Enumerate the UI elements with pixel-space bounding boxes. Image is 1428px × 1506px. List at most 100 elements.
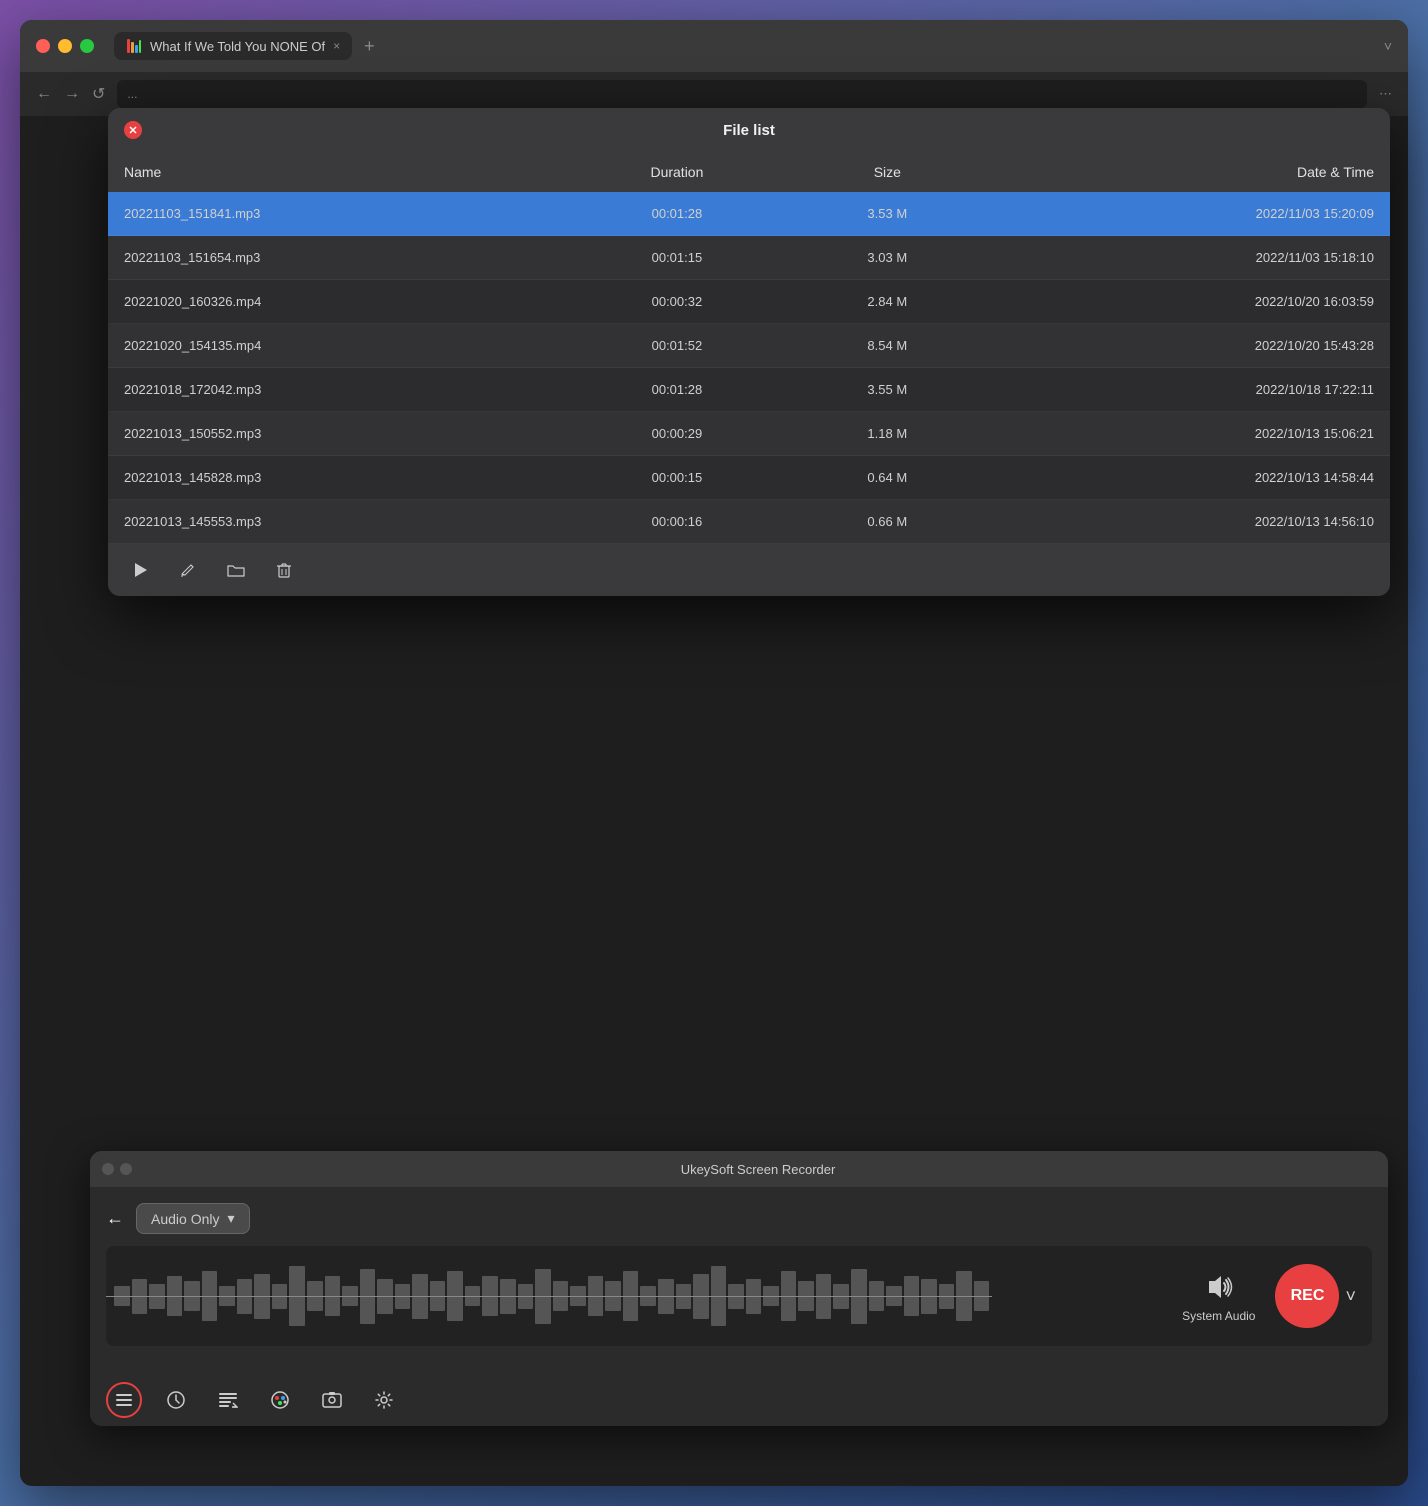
tl-yellow[interactable]	[58, 39, 72, 53]
delete-button[interactable]	[268, 554, 300, 586]
palette-icon	[270, 1390, 290, 1410]
tl-red[interactable]	[36, 39, 50, 53]
file-list-table: Name Duration Size Date & Time 20221103_…	[108, 152, 1390, 544]
cell-size: 3.53 M	[791, 192, 984, 236]
tl-green[interactable]	[80, 39, 94, 53]
rtl-1[interactable]	[102, 1163, 114, 1175]
cell-name: 20221020_154135.mp4	[108, 324, 563, 368]
cell-datetime: 2022/10/13 14:56:10	[984, 500, 1390, 544]
table-row[interactable]: 20221020_154135.mp400:01:528.54 M2022/10…	[108, 324, 1390, 368]
cell-datetime: 2022/11/03 15:20:09	[984, 192, 1390, 236]
audio-controls-right: System Audio REC ˅	[1182, 1264, 1356, 1328]
edit-icon	[179, 561, 197, 579]
cell-duration: 00:01:52	[563, 324, 791, 368]
table-row[interactable]: 20221013_145553.mp300:00:160.66 M2022/10…	[108, 500, 1390, 544]
cell-name: 20221103_151841.mp3	[108, 192, 563, 236]
browser-traffic-lights	[36, 39, 94, 53]
cell-datetime: 2022/11/03 15:18:10	[984, 236, 1390, 280]
col-size: Size	[791, 152, 984, 192]
file-list-titlebar: File list	[108, 108, 1390, 152]
play-button[interactable]	[124, 554, 156, 586]
browser-titlebar: What If We Told You NONE Of × + ˅	[20, 20, 1408, 72]
rec-dropdown-button[interactable]: ˅	[1345, 1286, 1356, 1307]
cell-duration: 00:00:16	[563, 500, 791, 544]
nav-url-bar[interactable]: ...	[117, 80, 1367, 108]
edit-button[interactable]	[172, 554, 204, 586]
recorder-back-button[interactable]: ←	[106, 1208, 124, 1229]
tab-add-button[interactable]: +	[360, 36, 379, 57]
mode-label: Audio Only	[151, 1211, 219, 1227]
file-list-window: File list Name Duration Size Date & Time…	[108, 108, 1390, 596]
tab-close-button[interactable]: ×	[333, 39, 340, 53]
tab-title: What If We Told You NONE Of	[150, 39, 325, 54]
recorder-body: ← Audio Only ▾	[90, 1187, 1388, 1374]
nav-forward-button[interactable]: →	[64, 85, 80, 103]
cell-name: 20221018_172042.mp3	[108, 368, 563, 412]
table-row[interactable]: 20221013_150552.mp300:00:291.18 M2022/10…	[108, 412, 1390, 456]
file-list-header: Name Duration Size Date & Time	[108, 152, 1390, 192]
toolbar-file-list-button[interactable]	[106, 1382, 142, 1418]
screenshot-icon	[322, 1390, 342, 1410]
toolbar-schedule-button[interactable]	[158, 1382, 194, 1418]
cell-name: 20221013_145828.mp3	[108, 456, 563, 500]
cell-duration: 00:01:15	[563, 236, 791, 280]
cell-size: 8.54 M	[791, 324, 984, 368]
nav-back-button[interactable]: ←	[36, 85, 52, 103]
gear-icon	[374, 1390, 394, 1410]
toolbar-output-button[interactable]	[210, 1382, 246, 1418]
cell-datetime: 2022/10/18 17:22:11	[984, 368, 1390, 412]
recorder-window: UkeySoft Screen Recorder ← Audio Only ▾	[90, 1151, 1388, 1426]
table-row[interactable]: 20221020_160326.mp400:00:322.84 M2022/10…	[108, 280, 1390, 324]
file-list-title: File list	[723, 122, 775, 139]
cell-size: 0.66 M	[791, 500, 984, 544]
cell-duration: 00:00:29	[563, 412, 791, 456]
mode-dropdown-arrow-icon: ▾	[227, 1210, 234, 1227]
clock-icon	[166, 1390, 186, 1410]
trash-icon	[275, 561, 293, 579]
cell-datetime: 2022/10/20 15:43:28	[984, 324, 1390, 368]
speaker-icon	[1201, 1269, 1237, 1305]
browser-tab[interactable]: What If We Told You NONE Of ×	[114, 32, 352, 60]
recorder-controls: ← Audio Only ▾	[106, 1203, 1372, 1234]
tab-bar: What If We Told You NONE Of × + ˅	[114, 32, 1392, 60]
output-icon	[218, 1390, 238, 1410]
folder-icon	[227, 561, 245, 579]
table-row[interactable]: 20221103_151654.mp300:01:153.03 M2022/11…	[108, 236, 1390, 280]
waveform-center-line	[106, 1296, 992, 1297]
rec-button-group: REC ˅	[1275, 1264, 1356, 1328]
toolbar-screenshot-button[interactable]	[314, 1382, 350, 1418]
file-list-close-button[interactable]	[124, 121, 142, 139]
nav-more-button[interactable]: ⋯	[1379, 86, 1392, 102]
table-row[interactable]: 20221103_151841.mp300:01:283.53 M2022/11…	[108, 192, 1390, 236]
cell-name: 20221013_145553.mp3	[108, 500, 563, 544]
rtl-2[interactable]	[120, 1163, 132, 1175]
system-audio-label: System Audio	[1182, 1309, 1255, 1323]
cell-size: 1.18 M	[791, 412, 984, 456]
system-audio-control[interactable]: System Audio	[1182, 1269, 1255, 1323]
cell-duration: 00:00:32	[563, 280, 791, 324]
waveform-area: System Audio REC ˅	[106, 1246, 1372, 1346]
cell-duration: 00:01:28	[563, 368, 791, 412]
tab-list-button[interactable]: ˅	[1384, 38, 1392, 54]
table-row[interactable]: 20221013_145828.mp300:00:150.64 M2022/10…	[108, 456, 1390, 500]
cell-size: 3.55 M	[791, 368, 984, 412]
nav-refresh-button[interactable]: ↺	[92, 84, 105, 104]
cell-size: 2.84 M	[791, 280, 984, 324]
folder-button[interactable]	[220, 554, 252, 586]
play-icon	[131, 561, 149, 579]
tab-favicon-icon	[126, 38, 142, 54]
toolbar-settings-button[interactable]	[366, 1382, 402, 1418]
recorder-title: UkeySoft Screen Recorder	[140, 1162, 1376, 1177]
file-list-body: 20221103_151841.mp3 00:01:28 3.53 M2022/11…	[108, 192, 1390, 544]
cell-datetime: 2022/10/13 14:58:44	[984, 456, 1390, 500]
rec-button[interactable]: REC	[1275, 1264, 1339, 1328]
bottom-toolbar	[90, 1374, 1388, 1426]
toolbar-palette-button[interactable]	[262, 1382, 298, 1418]
table-row[interactable]: 20221018_172042.mp300:01:283.55 M2022/10…	[108, 368, 1390, 412]
cell-name: 20221013_150552.mp3	[108, 412, 563, 456]
cell-datetime: 2022/10/20 16:03:59	[984, 280, 1390, 324]
col-name: Name	[108, 152, 563, 192]
cell-size: 0.64 M	[791, 456, 984, 500]
mode-dropdown[interactable]: Audio Only ▾	[136, 1203, 250, 1234]
cell-size: 3.03 M	[791, 236, 984, 280]
